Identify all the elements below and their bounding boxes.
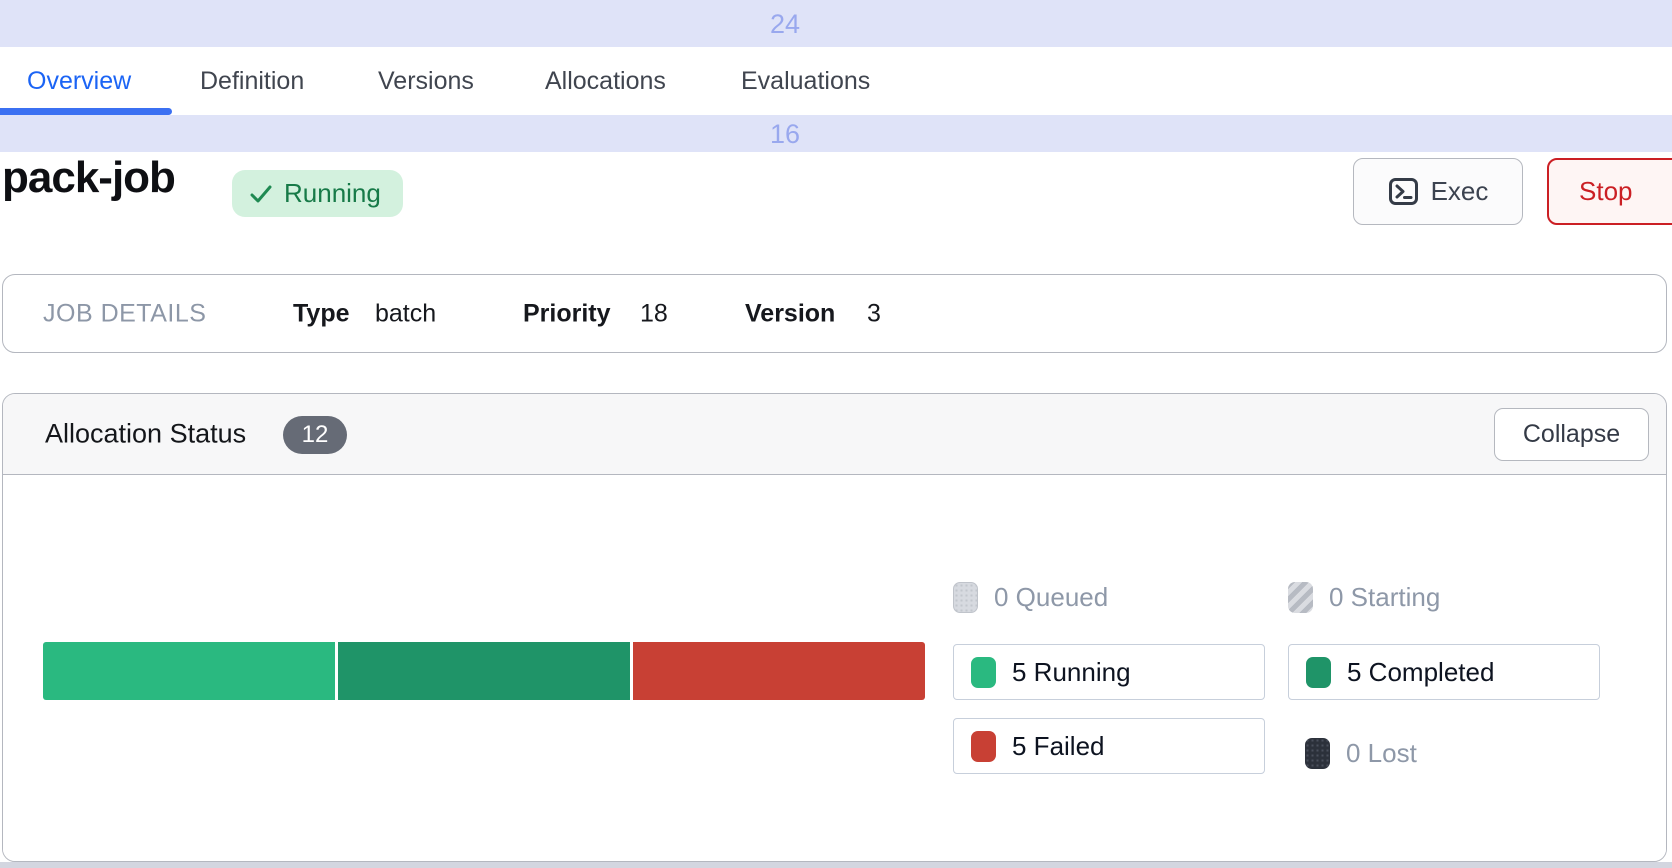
job-priority-value: 18 — [640, 299, 668, 328]
job-version-value: 3 — [867, 299, 881, 328]
collapse-button[interactable]: Collapse — [1494, 408, 1649, 461]
stop-button[interactable]: Stop — [1547, 158, 1672, 225]
legend-item-completed[interactable]: 5 Completed — [1288, 644, 1600, 700]
check-icon — [248, 181, 274, 207]
page-title: pack-job — [2, 153, 175, 203]
allocation-bar[interactable] — [43, 642, 925, 700]
tab-versions[interactable]: Versions — [378, 47, 474, 115]
job-tab-bar: Overview Definition Versions Allocations… — [0, 47, 1672, 115]
legend-item-failed[interactable]: 5 Failed — [953, 718, 1265, 774]
legend-lost-label: 0 Lost — [1346, 738, 1417, 769]
legend-item-lost: 0 Lost — [1288, 731, 1417, 775]
bar-segment-failed — [633, 642, 925, 700]
middle-spacer-label: 16 — [748, 119, 822, 150]
legend-queued-label: 0 Queued — [994, 582, 1108, 613]
job-details-row: JOB DETAILS Type batch Priority 18 Versi… — [3, 275, 1666, 352]
active-tab-underline — [0, 108, 172, 115]
legend-completed-label: 5 Completed — [1347, 657, 1494, 688]
allocation-status-panel: Allocation Status 12 Collapse 0 Queued 0… — [2, 393, 1667, 862]
exec-button-label: Exec — [1431, 176, 1489, 207]
tab-definition[interactable]: Definition — [200, 47, 304, 115]
queued-swatch-icon — [953, 582, 978, 613]
middle-spacer-band: 16 — [0, 115, 1672, 152]
legend-starting-label: 0 Starting — [1329, 582, 1440, 613]
top-spacer-label: 24 — [748, 9, 822, 40]
job-details-panel: JOB DETAILS Type batch Priority 18 Versi… — [2, 274, 1667, 353]
legend-failed-label: 5 Failed — [1012, 731, 1105, 762]
bar-segment-running — [43, 642, 335, 700]
legend-item-running[interactable]: 5 Running — [953, 644, 1265, 700]
exec-button[interactable]: Exec — [1353, 158, 1523, 225]
allocation-chart-body: 0 Queued 0 Starting 5 Running 5 Complete… — [3, 475, 1666, 862]
job-version-label: Version — [745, 299, 835, 328]
stop-button-label: Stop — [1579, 176, 1633, 207]
legend-running-label: 5 Running — [1012, 657, 1131, 688]
allocation-status-header: Allocation Status 12 Collapse — [3, 394, 1666, 475]
tab-allocations[interactable]: Allocations — [545, 47, 666, 115]
terminal-icon — [1388, 176, 1419, 207]
job-type-value: batch — [375, 299, 436, 328]
running-swatch-icon — [971, 657, 996, 688]
tab-evaluations[interactable]: Evaluations — [741, 47, 870, 115]
bar-segment-completed — [338, 642, 630, 700]
legend-item-starting: 0 Starting — [1288, 575, 1440, 619]
top-spacer-band: 24 — [0, 0, 1672, 47]
bottom-page-strip — [0, 862, 1672, 868]
starting-swatch-icon — [1288, 582, 1313, 613]
allocation-status-title: Allocation Status — [45, 419, 246, 450]
completed-swatch-icon — [1306, 657, 1331, 688]
job-priority-label: Priority — [523, 299, 611, 328]
job-type-label: Type — [293, 299, 350, 328]
status-badge-label: Running — [284, 178, 381, 209]
status-badge: Running — [232, 170, 403, 217]
job-details-section-label: JOB DETAILS — [43, 299, 206, 328]
tab-overview[interactable]: Overview — [27, 47, 131, 115]
allocation-count-badge: 12 — [283, 416, 347, 454]
failed-swatch-icon — [971, 731, 996, 762]
lost-swatch-icon — [1305, 738, 1330, 769]
legend-item-queued: 0 Queued — [953, 575, 1108, 619]
